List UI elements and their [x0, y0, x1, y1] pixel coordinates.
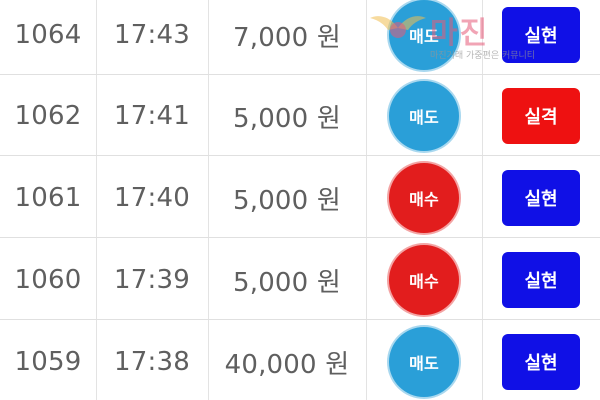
- trade-history-table: 1064 17:43 7,000 원 매도 실현 1062 17:41 5,00…: [0, 0, 600, 400]
- trade-time: 17:40: [114, 183, 190, 213]
- table-row[interactable]: 1062 17:41 5,000 원 매도 실격: [0, 76, 600, 156]
- result-button[interactable]: 실현: [502, 7, 580, 63]
- result-button[interactable]: 실현: [502, 334, 580, 390]
- result-button[interactable]: 실현: [502, 170, 580, 226]
- trade-time: 17:38: [114, 347, 190, 377]
- table-row[interactable]: 1061 17:40 5,000 원 매수 실현: [0, 158, 600, 238]
- side-badge[interactable]: 매수: [387, 243, 461, 317]
- round-id: 1061: [14, 183, 82, 213]
- trade-time: 17:43: [114, 20, 190, 50]
- trade-time: 17:39: [114, 265, 190, 295]
- result-cell: 실현: [482, 240, 600, 320]
- trade-amount: 5,000 원: [232, 185, 342, 216]
- result-cell: 실현: [482, 0, 600, 75]
- trade-time: 17:41: [114, 101, 190, 131]
- side-badge[interactable]: 매수: [387, 161, 461, 235]
- side-cell: 매수: [366, 158, 482, 238]
- result-cell: 실현: [482, 322, 600, 400]
- side-cell: 매수: [366, 240, 482, 320]
- side-cell: 매도: [366, 0, 482, 75]
- result-button[interactable]: 실현: [502, 252, 580, 308]
- table-row[interactable]: 1064 17:43 7,000 원 매도 실현: [0, 0, 600, 75]
- round-id: 1062: [14, 101, 82, 131]
- result-button[interactable]: 실격: [502, 88, 580, 144]
- table-row[interactable]: 1059 17:38 40,000 원 매도 실현: [0, 322, 600, 400]
- side-cell: 매도: [366, 322, 482, 400]
- side-badge[interactable]: 매도: [387, 325, 461, 399]
- trade-amount: 5,000 원: [232, 267, 342, 298]
- round-id: 1060: [14, 265, 82, 295]
- trade-amount: 7,000 원: [232, 22, 342, 53]
- round-id: 1059: [14, 347, 82, 377]
- round-id: 1064: [14, 20, 82, 50]
- trade-amount: 5,000 원: [232, 103, 342, 134]
- table-row[interactable]: 1060 17:39 5,000 원 매수 실현: [0, 240, 600, 320]
- result-cell: 실현: [482, 158, 600, 238]
- side-cell: 매도: [366, 76, 482, 156]
- side-badge[interactable]: 매도: [387, 0, 461, 72]
- trade-amount: 40,000 원: [224, 349, 350, 380]
- result-cell: 실격: [482, 76, 600, 156]
- side-badge[interactable]: 매도: [387, 79, 461, 153]
